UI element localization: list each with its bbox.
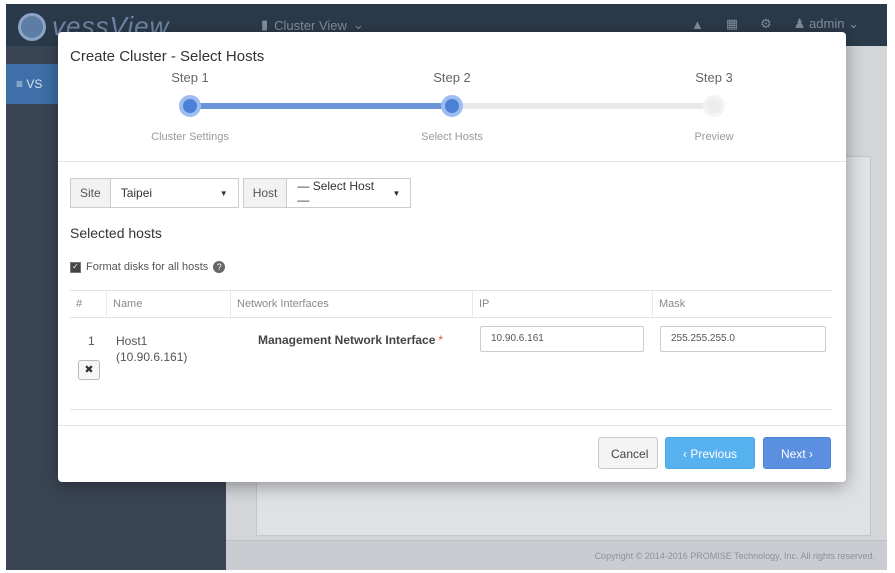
column-index: # (76, 298, 83, 310)
selected-hosts-table: # Name Network Interfaces IP Mask 1 Host… (70, 290, 832, 410)
column-mask: Mask (652, 291, 832, 318)
alert-icon[interactable]: ▲ (691, 17, 704, 32)
row-index: 1 (88, 334, 95, 348)
bookmark-icon: ▮ (261, 17, 269, 32)
progress-track-complete (190, 103, 452, 109)
column-ip: IP (472, 291, 652, 318)
host-address: (10.90.6.161) (116, 350, 188, 364)
create-cluster-modal: Create Cluster - Select Hosts Step 1 Ste… (58, 32, 846, 482)
chevron-down-icon: ⌄ (848, 16, 859, 31)
sidebar-item-label: VS (26, 77, 43, 91)
site-select[interactable]: Taipei ▼ (110, 178, 239, 208)
app-footer: Copyright © 2014-2016 PROMISE Technology… (226, 540, 887, 570)
format-disks-label: Format disks for all hosts (86, 261, 209, 273)
management-interface-label: Management Network Interface * (258, 333, 443, 347)
next-button[interactable]: Next › (763, 437, 831, 469)
format-disks-checkbox[interactable]: ✓ (70, 261, 81, 273)
step-1-caption: Cluster Settings (151, 131, 229, 143)
settings-icon[interactable]: ⚙ (760, 16, 772, 32)
user-name: admin (809, 16, 845, 31)
user-icon: ♟ (793, 16, 806, 31)
host-select[interactable]: — Select Host — ▼ (287, 178, 412, 208)
host-name: Host1 (116, 334, 148, 348)
step-3-label: Step 3 (695, 70, 733, 85)
interface-name: Management Network Interface (258, 333, 436, 347)
step-2-caption: Select Hosts (421, 131, 483, 143)
top-right-controls: ▲ ▦ ⚙ ♟ admin ⌄ (691, 16, 859, 32)
step-1-label: Step 1 (171, 70, 209, 85)
help-icon[interactable]: ? (213, 261, 226, 273)
modal-title: Create Cluster - Select Hosts (70, 48, 265, 65)
step-1-marker (179, 95, 201, 117)
host-select-value: — Select Host — (297, 179, 375, 207)
table-row: 1 Host1 (10.90.6.161) ✖ Management Netwo… (70, 318, 832, 410)
step-2-marker (441, 95, 463, 117)
header-divider (58, 161, 846, 162)
site-label: Site (70, 178, 111, 208)
previous-button[interactable]: ‹ Previous (665, 437, 755, 469)
remove-host-button[interactable]: ✖ (78, 360, 100, 380)
step-3-caption: Preview (694, 131, 734, 143)
footer-divider (58, 425, 846, 426)
user-menu[interactable]: ♟ admin ⌄ (794, 16, 859, 32)
ip-input[interactable]: 10.90.6.161 (480, 326, 644, 352)
wizard-steps: Step 1 Step 2 Step 3 Cluster Settings Se… (58, 68, 846, 158)
menu-icon: ≡ (16, 77, 24, 91)
mask-input[interactable]: 255.255.255.0 (660, 326, 826, 352)
format-disks-row: ✓ Format disks for all hosts ? (70, 261, 226, 273)
required-indicator: * (438, 333, 444, 347)
cancel-button[interactable]: Cancel (598, 437, 658, 469)
close-icon: ✖ (84, 364, 94, 376)
column-network-interfaces: Network Interfaces (230, 291, 472, 318)
site-select-value: Taipei (120, 186, 153, 200)
caret-down-icon: ▼ (392, 188, 401, 198)
column-name: Name (106, 291, 230, 318)
cluster-view-label: Cluster View (274, 17, 347, 33)
cluster-view-nav[interactable]: ▮ Cluster View ⌄ (261, 17, 364, 33)
host-filter-row: Site Taipei ▼ Host — Select Host — ▼ (70, 178, 412, 208)
step-2-label: Step 2 (433, 70, 471, 85)
step-3-marker (703, 95, 725, 117)
chevron-down-icon: ⌄ (352, 17, 364, 32)
selected-hosts-title: Selected hosts (70, 225, 162, 241)
progress-track-remaining (452, 103, 714, 109)
caret-down-icon: ▼ (219, 188, 228, 198)
logo-icon (18, 12, 46, 41)
host-label: Host (242, 178, 288, 208)
table-header: # Name Network Interfaces IP Mask (70, 290, 832, 318)
messages-icon[interactable]: ▦ (726, 16, 738, 32)
